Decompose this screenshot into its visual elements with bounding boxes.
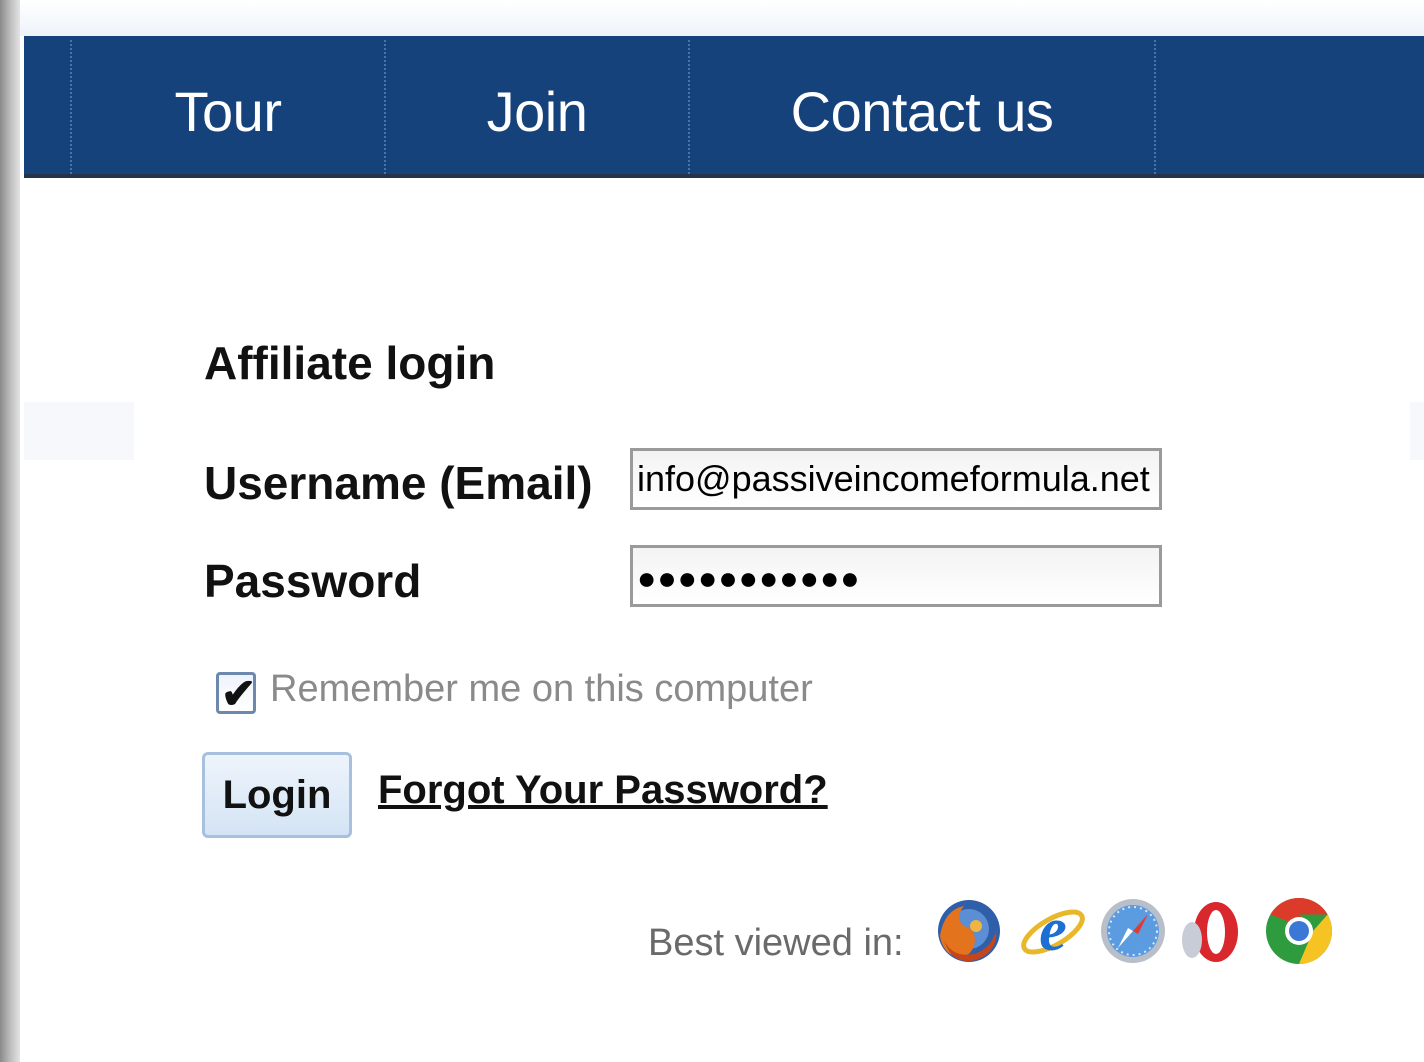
remember-me-checkbox[interactable]: ✔ xyxy=(216,670,256,717)
form-heading: Affiliate login xyxy=(204,337,496,389)
background-band xyxy=(1410,402,1424,460)
top-strip xyxy=(20,0,1424,36)
chrome-icon xyxy=(1266,898,1333,964)
nav-item-contact-us[interactable]: Contact us xyxy=(690,36,1154,174)
username-label: Username (Email) xyxy=(204,457,593,509)
forgot-password-link[interactable]: Forgot Your Password? xyxy=(378,768,828,813)
remember-me-label[interactable]: Remember me on this computer xyxy=(270,668,813,711)
opera-icon xyxy=(1182,902,1238,962)
nav-item-join[interactable]: Join xyxy=(386,36,688,174)
password-mask: ●●●●●●●●●●● xyxy=(637,560,861,596)
best-viewed-label: Best viewed in: xyxy=(648,922,904,964)
top-navbar: Tour Join Contact us xyxy=(24,36,1424,178)
password-label: Password xyxy=(204,555,422,607)
safari-icon xyxy=(1101,899,1165,963)
svg-text:e: e xyxy=(1039,896,1067,964)
login-button[interactable]: Login xyxy=(202,752,352,838)
username-input[interactable]: info@passiveincomeformula.net xyxy=(630,448,1162,510)
username-value: info@passiveincomeformula.net xyxy=(637,458,1150,499)
window-frame-left xyxy=(0,0,20,1062)
checkmark-icon: ✔ xyxy=(221,670,257,717)
nav-item-tour[interactable]: Tour xyxy=(72,36,384,174)
background-band xyxy=(24,402,134,460)
internet-explorer-icon: e xyxy=(1021,896,1085,964)
firefox-icon xyxy=(938,900,1000,962)
password-input[interactable]: ●●●●●●●●●●● xyxy=(630,545,1162,607)
nav-separator xyxy=(1154,40,1156,174)
